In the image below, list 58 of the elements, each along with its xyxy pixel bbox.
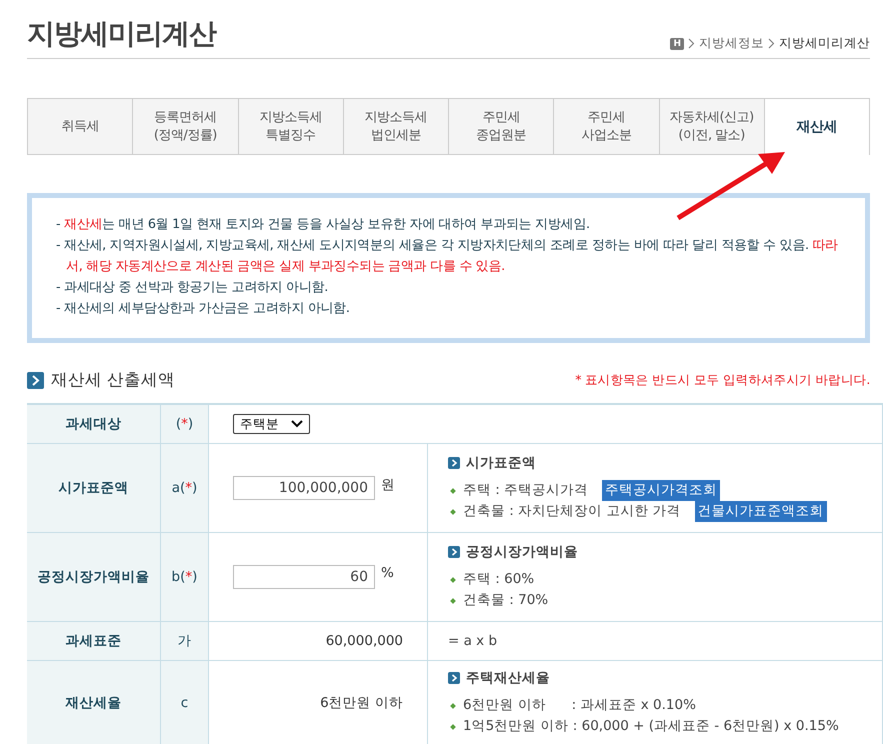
tab[interactable]: 등록면허세 (정액/정률) [133,99,238,155]
bullet-icon [450,598,456,604]
help-text: 주택 : 60% [463,570,534,589]
bullet-icon [450,508,456,514]
help-title: 시가표준액 [466,454,536,472]
tab[interactable]: 주민세 종업원분 [449,99,554,155]
arrow-bullet-icon [448,546,460,558]
breadcrumb-link[interactable]: 지방세정보 [699,35,764,52]
arrow-bullet-icon [448,672,460,684]
tab[interactable]: 주민세 사업소분 [554,99,660,155]
tab[interactable]: 지방소득세 법인세분 [344,99,449,155]
row-symbol: c [160,660,208,744]
help-text: 1억5천만원 이하 : 60,000 + (과세표준 - 6천만원) x 0.15% [463,717,839,736]
page-title: 지방세미리계산 [27,16,216,52]
help-title: 주택재산세율 [466,669,550,687]
help-text: 건축물 : 70% [463,591,548,610]
tab[interactable]: 자동차세(신고) (이전, 말소) [660,99,765,155]
lookup-link[interactable]: 건물시가표준액조회 [694,501,827,522]
tab[interactable]: 취득세 [28,99,134,155]
tax-target-dropdown[interactable]: 주택분 [233,414,310,434]
help-title: 공정시장가액비율 [466,543,578,561]
chevron-icon [688,38,695,49]
formula-text: = a x b [448,633,498,649]
notice-text: - 재산세, 지역자원시설세, 지방교육세, 재산세 도시지역분의 세율은 각 지방자치단체의 조례로 정하는 바에 따라 달리 적용할 수 있음. 따라서, 해당 자동계산으로 계산된 금액은 실제 부과징수되는 금액과 다를 수 있음. [56,237,839,276]
notice-text: - 재산세의 세부담상한과 가산금은 고려하지 아니함. [56,300,351,318]
section-title: 재산세 산출세액 [51,369,176,391]
bullet-icon [450,724,456,730]
notice-text: - 재산세는 매년 6월 1일 현재 토지와 건물 등을 사실상 보유한 자에 대하여 부과되는 지방세임. [56,216,591,234]
lookup-link[interactable]: 주택공시가격조회 [602,480,720,501]
row-label: 과세표준 [27,622,160,660]
row-symbol: b(*) [160,532,208,622]
computed-value: 60,000,000 [208,622,428,660]
unit-label: 원 [381,477,395,493]
row-label: 과세대상 [27,404,160,444]
row-symbol: 가 [160,622,208,660]
arrow-bullet-icon [448,457,460,469]
caret-icon [291,420,303,428]
help-text: 주택 : 주택공시가격 [463,481,588,500]
row-symbol: a(*) [160,444,208,532]
input-field[interactable]: 60 [233,565,375,589]
help-text: 6천만원 이하 : 과세표준 x 0.10% [463,696,696,715]
bullet-icon [450,488,456,494]
help-text: 건축물 : 자치단체장이 고시한 가격 [463,502,681,521]
notice-text: - 과세대상 중 선박과 항공기는 고려하지 아니함. [56,279,329,297]
home-icon[interactable]: H [670,38,684,50]
row-symbol: (*) [160,404,208,444]
unit-label: % [381,565,394,581]
row-label: 시가표준액 [27,444,160,532]
row-label: 재산세율 [27,660,160,744]
bullet-icon [450,702,456,708]
chevron-icon [768,38,775,49]
tab[interactable]: 지방소득세 특별징수 [238,99,344,155]
breadcrumb-link[interactable]: 지방세미리계산 [779,35,870,52]
required-note: * 표시항목은 반드시 모두 입력하셔주시기 바랍니다. [575,372,870,388]
arrow-bullet-icon [27,372,44,388]
row-label: 공정시장가액비율 [27,532,160,622]
bullet-icon [450,576,456,582]
input-field[interactable]: 100,000,000 [233,476,375,500]
